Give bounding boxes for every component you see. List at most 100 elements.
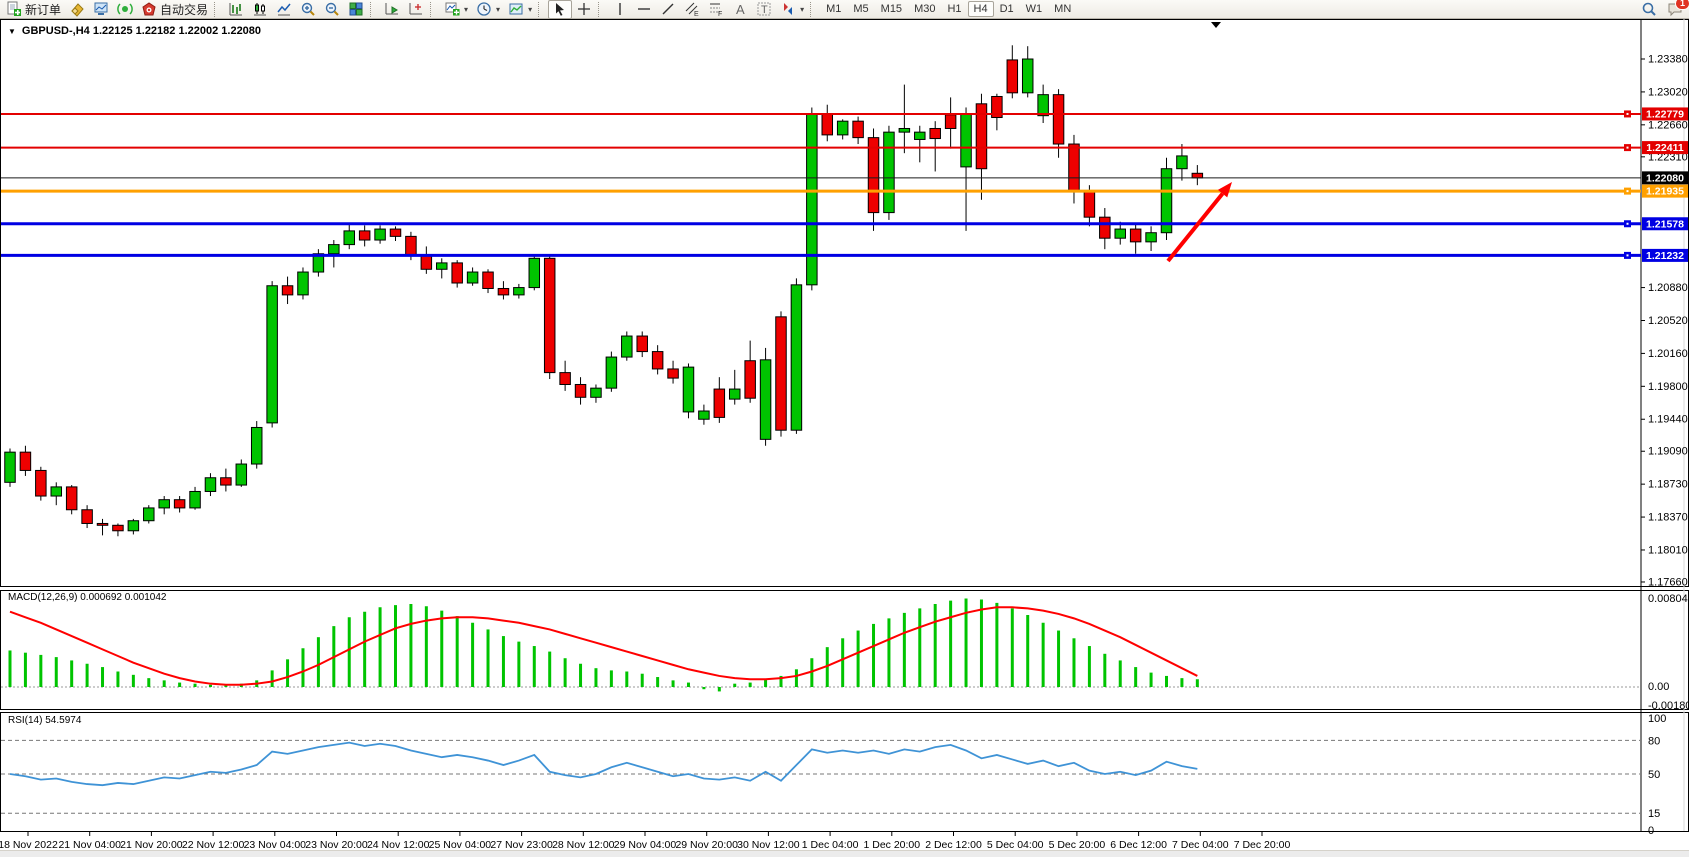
candle-body [51,487,62,496]
timeframe-button-h1[interactable]: H1 [941,1,967,17]
timeframe-button-mn[interactable]: MN [1048,1,1077,17]
price-axis-tick-label: 1.19440 [1648,414,1688,426]
fibonacci-button[interactable]: F [704,0,728,19]
chart-canvas[interactable]: 1.233801.230201.226601.223101.208801.205… [0,19,1689,857]
arrows-icon [780,1,796,17]
chart-shift-button[interactable] [404,0,428,19]
line-chart-button[interactable] [272,0,296,19]
svg-text:T: T [761,4,768,16]
symbol-ohlc-text: GBPUSD-,H4 1.22125 1.22182 1.22002 1.220… [22,25,261,37]
chevron-down-icon[interactable]: ▾ [800,5,804,14]
timeframe-button-m5[interactable]: M5 [847,1,874,17]
price-axis-tick-label: 1.22660 [1648,119,1688,131]
candle [5,448,16,486]
rsi-level-label: 100 [1648,713,1666,725]
support-line-2-price-badge-label: 1.21232 [1646,250,1684,262]
candle [267,281,278,427]
horizontal-line-button[interactable] [632,0,656,19]
trendline-button[interactable] [656,0,680,19]
candle [313,249,324,276]
candle-body [1192,173,1203,178]
price-axis-tick-label: 1.18730 [1648,479,1688,491]
candle-body [1177,156,1188,169]
candle-body [390,229,401,236]
candle-body [205,478,216,492]
timeframe-button-d1[interactable]: D1 [994,1,1020,17]
vline-icon [612,1,628,17]
periods-button[interactable]: ▾ [472,0,504,19]
timeframe-button-w1[interactable]: W1 [1020,1,1049,17]
svg-text:F: F [718,11,722,17]
candle-body [1053,95,1064,144]
eraser-button[interactable] [65,0,89,19]
resistance-line-2-handle-dot [1627,147,1629,149]
text-button[interactable]: A [728,0,752,19]
candle [1161,158,1172,240]
candle-body [745,361,756,398]
candle-body [1146,233,1157,242]
candle-body [1022,59,1033,93]
chevron-down-icon[interactable]: ▾ [464,5,468,14]
timeframe-button-m30[interactable]: M30 [908,1,941,17]
autotrading-button[interactable]: 自动交易 [137,0,212,19]
candle-body [1007,60,1018,93]
candle-chart-button[interactable] [248,0,272,19]
timeframe-button-m1[interactable]: M1 [820,1,847,17]
market-watch-button[interactable] [89,0,113,19]
template-icon [508,1,524,17]
candle-body [714,389,725,417]
candle [251,421,262,469]
text-label-button[interactable]: T [752,0,776,19]
signals-button[interactable] [113,0,137,19]
cursor-button[interactable] [548,0,572,19]
chevron-down-icon[interactable]: ▼ [8,27,16,36]
price-axis-tick-label: 1.19090 [1648,446,1688,458]
candle-body [282,286,293,295]
macd-pane[interactable] [1,591,1689,710]
search-icon[interactable] [1641,1,1657,17]
bar-chart-button[interactable] [224,0,248,19]
zoom-in-button[interactable] [296,0,320,19]
toolbar-separator [538,2,546,17]
main-chart-pane[interactable] [1,20,1689,587]
notifications-icon[interactable]: 1 [1667,1,1683,17]
chevron-down-icon[interactable]: ▾ [528,5,532,14]
candle-body [529,258,540,287]
trading-platform-window: 新订单 自动交易 ▾ ▾ ▾ E FAT ▾ M1M5M15M30H1H4D1W1MN 1 1.2… [0,0,1689,857]
tile-windows-button[interactable] [344,0,368,19]
timeframe-button-m15[interactable]: M15 [875,1,908,17]
candle-body [174,500,185,508]
price-axis-tick-label: 1.20880 [1648,282,1688,294]
new-order-button-label: 新订单 [25,1,61,18]
new-order-button[interactable]: 新订单 [2,0,65,19]
equidistant-channel-button[interactable]: E [680,0,704,19]
timeframe-button-h4[interactable]: H4 [968,1,994,17]
candle-body [1084,192,1095,218]
chevron-down-icon[interactable]: ▾ [496,5,500,14]
candle-body [899,128,910,132]
candle-body [560,373,571,385]
autotrade-icon [141,1,157,17]
price-axis-tick-label: 1.18010 [1648,544,1688,556]
candle-body [128,521,139,531]
toolbar-separator [598,2,606,17]
candle [776,311,787,436]
arrows-button[interactable]: ▾ [776,0,808,19]
candle [66,485,77,514]
candle-body [190,491,201,507]
status-bar [0,850,1689,857]
candle-body [637,336,648,352]
new-chart-icon [444,1,460,17]
candle-body [359,231,370,240]
price-axis-tick-label: 1.19800 [1648,381,1688,393]
new-chart-button[interactable]: ▾ [440,0,472,19]
candle-body [437,263,448,269]
macd-axis-zero-label: 0.00 [1648,681,1669,693]
chart-window[interactable]: 1.233801.230201.226601.223101.208801.205… [0,19,1689,857]
crosshair-icon [576,1,592,17]
templates-button[interactable]: ▾ [504,0,536,19]
auto-scroll-button[interactable] [380,0,404,19]
zoom-out-button[interactable] [320,0,344,19]
vertical-line-button[interactable] [608,0,632,19]
crosshair-button[interactable] [572,0,596,19]
